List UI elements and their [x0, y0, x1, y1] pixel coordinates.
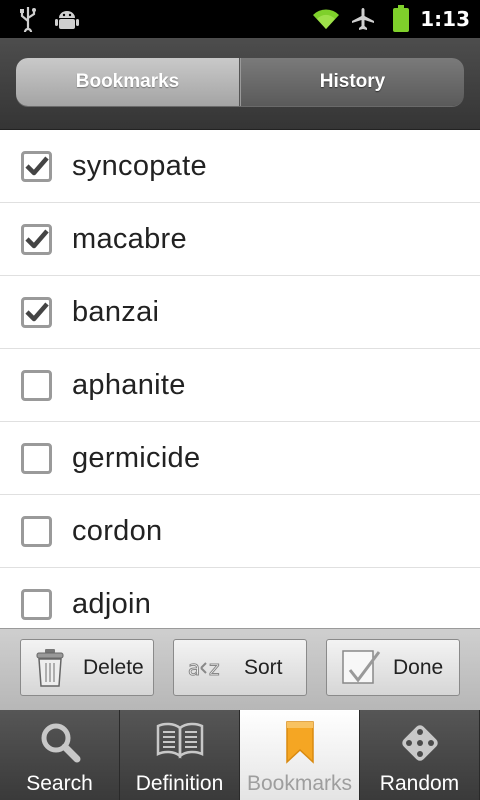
- action-bar: Delete az Sort Done: [0, 628, 480, 710]
- list-item-label: cordon: [72, 514, 163, 547]
- delete-label: Delete: [83, 655, 144, 679]
- checkbox[interactable]: [21, 442, 52, 474]
- checkbox[interactable]: [21, 150, 52, 182]
- airplane-icon: [350, 0, 376, 38]
- dice-icon: [360, 720, 479, 766]
- android-debug-icon: [54, 0, 80, 38]
- segmented-control: Bookmarks History: [16, 58, 464, 106]
- svg-text:z: z: [209, 656, 220, 680]
- delete-button[interactable]: Delete: [20, 639, 154, 696]
- checkbox[interactable]: [21, 296, 52, 328]
- sort-az-icon: az: [188, 656, 228, 684]
- list-item[interactable]: cordon: [0, 495, 480, 568]
- svg-text:a: a: [188, 656, 200, 680]
- checkbox[interactable]: [21, 223, 52, 255]
- list-item-label: adjoin: [72, 587, 152, 620]
- battery-icon: [390, 0, 412, 38]
- list-item-label: banzai: [72, 295, 160, 328]
- sort-button[interactable]: az Sort: [173, 639, 307, 696]
- tab-definition[interactable]: Definition: [120, 710, 240, 800]
- checkmark-icon: [24, 229, 49, 249]
- wifi-icon: [310, 0, 342, 38]
- segmented-header: Bookmarks History: [0, 38, 480, 130]
- search-icon: [0, 720, 119, 764]
- status-time: 1:13: [420, 7, 470, 31]
- list-item-label: germicide: [72, 441, 201, 474]
- tab-label: Random: [379, 772, 460, 795]
- list-item[interactable]: aphanite: [0, 349, 480, 422]
- list-item[interactable]: banzai: [0, 276, 480, 349]
- tab-random[interactable]: Random: [360, 710, 480, 800]
- bottom-tab-bar: Search Definition Bookmarks Random: [0, 710, 480, 800]
- done-label: Done: [393, 655, 444, 679]
- list-item-label: macabre: [72, 222, 187, 255]
- list-item-label: syncopate: [72, 149, 207, 182]
- checkmark-icon: [24, 156, 49, 176]
- list-item[interactable]: syncopate: [0, 130, 480, 203]
- list-item-label: aphanite: [72, 368, 186, 401]
- bookmark-list: syncopate macabre banzai aphanite germic…: [0, 130, 480, 628]
- tab-label: Definition: [135, 772, 224, 795]
- tab-label: Search: [26, 772, 93, 795]
- status-bar: 1:13: [0, 0, 480, 38]
- tab-search[interactable]: Search: [0, 710, 120, 800]
- checkmark-icon: [24, 302, 49, 322]
- done-button[interactable]: Done: [326, 639, 460, 696]
- usb-icon: [16, 0, 40, 38]
- checkbox[interactable]: [21, 515, 52, 547]
- list-item[interactable]: adjoin: [0, 568, 480, 628]
- checkbox[interactable]: [21, 588, 52, 620]
- trash-icon: [35, 648, 65, 692]
- book-icon: [120, 720, 239, 760]
- bookmark-icon: [240, 720, 359, 764]
- tab-history[interactable]: History: [240, 58, 464, 106]
- tab-label: Bookmarks: [246, 772, 353, 795]
- tab-bookmarks-bottom[interactable]: Bookmarks: [240, 710, 360, 800]
- checked-box-icon: [341, 648, 381, 692]
- list-item[interactable]: macabre: [0, 203, 480, 276]
- tab-bookmarks[interactable]: Bookmarks: [16, 58, 240, 106]
- list-item[interactable]: germicide: [0, 422, 480, 495]
- checkbox[interactable]: [21, 369, 52, 401]
- sort-label: Sort: [244, 655, 283, 679]
